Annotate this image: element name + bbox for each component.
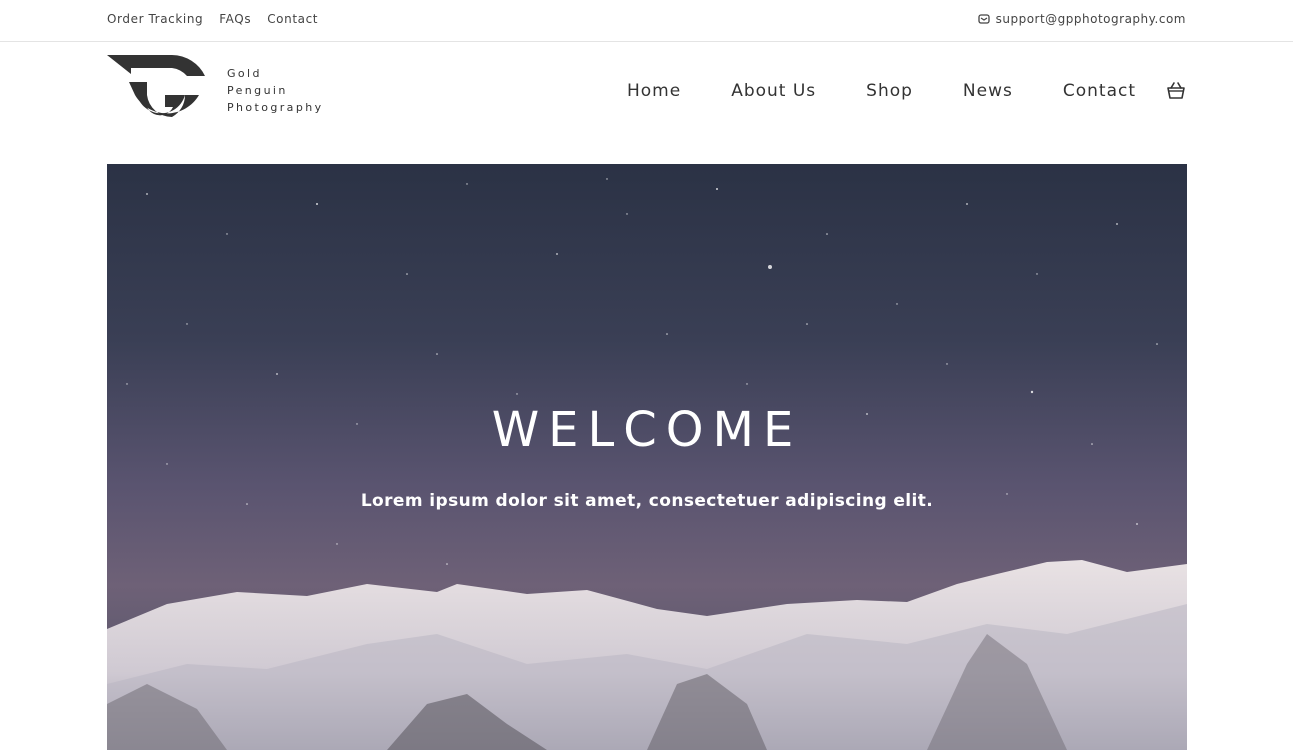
top-bar: Order Tracking FAQs Contact support@gpph… [0,0,1293,42]
support-email-text: support@gpphotography.com [995,12,1186,26]
site-header: Gold Penguin Photography Home About Us S… [0,43,1293,153]
hero-title: WELCOME [491,402,803,458]
top-contact-link[interactable]: Contact [267,12,318,26]
nav-news[interactable]: News [963,81,1013,101]
brand-line-2: Penguin [227,84,288,97]
support-email[interactable]: support@gpphotography.com [977,12,1186,26]
gpp-logo-icon[interactable] [107,55,207,130]
brand-line-3: Photography [227,101,324,114]
brand-line-1: Gold [227,67,262,80]
top-links: Order Tracking FAQs Contact [107,12,318,26]
hero-subtitle: Lorem ipsum dolor sit amet, consectetuer… [360,491,934,511]
nav-contact[interactable]: Contact [1063,81,1136,101]
order-tracking-link[interactable]: Order Tracking [107,12,203,26]
main-nav: Home About Us Shop News Contact [627,81,1136,101]
brand-name[interactable]: Gold Penguin Photography [227,65,324,116]
basket-icon[interactable] [1166,81,1186,101]
mail-icon [977,14,990,24]
hero-banner: WELCOME Lorem ipsum dolor sit amet, cons… [107,164,1187,750]
nav-about-us[interactable]: About Us [731,81,816,101]
nav-shop[interactable]: Shop [866,81,913,101]
nav-home[interactable]: Home [627,81,681,101]
faqs-link[interactable]: FAQs [219,12,251,26]
